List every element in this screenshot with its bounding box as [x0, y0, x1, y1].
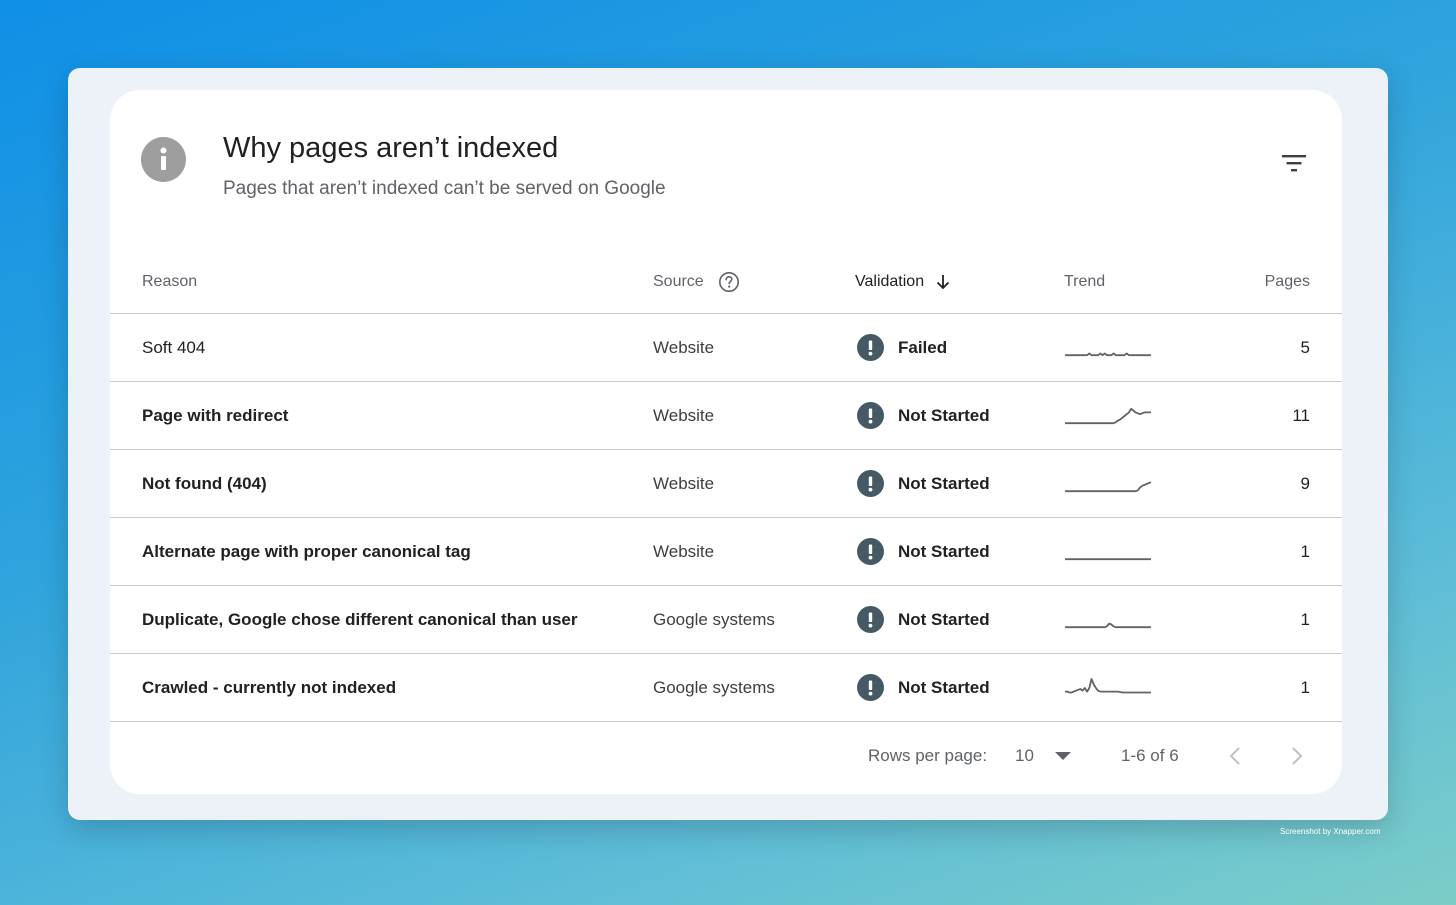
rows-per-page-select[interactable]: 10 — [1015, 718, 1072, 794]
trend-line — [1065, 351, 1151, 356]
chevron-left-icon — [1229, 747, 1240, 765]
validation-cell: Not Started — [857, 518, 990, 585]
exclamation-icon — [857, 402, 884, 429]
trend-line — [1065, 677, 1151, 693]
pages-cell: 1 — [1300, 609, 1310, 629]
source-cell: Google systems — [653, 609, 775, 629]
rows-per-page-value: 10 — [1015, 746, 1034, 765]
validation-status: Not Started — [898, 473, 990, 493]
pages-cell: 1 — [1300, 541, 1310, 561]
reason-cell: Duplicate, Google chose different canoni… — [142, 609, 578, 629]
reason-cell: Crawled - currently not indexed — [142, 677, 397, 697]
table-row[interactable]: Page with redirect Website Not Started 11 — [110, 382, 1342, 450]
reason-cell: Soft 404 — [142, 337, 206, 357]
watermark: Screenshot by Xnapper.com — [1280, 827, 1381, 836]
pages-cell: 5 — [1300, 337, 1310, 357]
filter-button[interactable] — [1276, 148, 1312, 178]
trend-cell — [1064, 382, 1152, 449]
window-frame: Why pages aren’t indexed Pages that aren… — [68, 68, 1388, 820]
validation-cell: Not Started — [857, 450, 990, 517]
pages-cell: 1 — [1300, 677, 1310, 697]
reason-cell: Alternate page with proper canonical tag — [142, 541, 471, 561]
validation-cell: Not Started — [857, 382, 990, 449]
trend-sparkline — [1065, 480, 1152, 492]
validation-status: Not Started — [898, 405, 990, 425]
validation-cell: Failed — [857, 314, 947, 381]
source-cell: Google systems — [653, 677, 775, 697]
reason-cell: Not found (404) — [142, 473, 267, 493]
column-header-pages[interactable]: Pages — [1265, 250, 1310, 313]
source-cell: Website — [653, 541, 715, 561]
sort-arrow-down-icon — [936, 274, 950, 289]
table-header: Reason Source Validation Trend Pages — [110, 250, 1342, 314]
source-cell: Website — [653, 337, 715, 357]
card-title: Why pages aren’t indexed — [223, 132, 559, 164]
filter-icon — [1282, 155, 1306, 172]
trend-cell — [1064, 586, 1152, 653]
source-cell: Website — [653, 405, 715, 425]
trend-line — [1065, 407, 1151, 424]
table-row[interactable]: Soft 404 Website Failed 5 — [110, 314, 1342, 382]
help-icon[interactable] — [718, 271, 740, 293]
column-header-validation-label: Validation — [855, 272, 925, 290]
trend-sparkline — [1065, 407, 1151, 424]
column-header-reason[interactable]: Reason — [142, 250, 197, 313]
previous-page-button[interactable] — [1228, 718, 1242, 794]
exclamation-icon — [857, 470, 884, 497]
trend-cell — [1064, 314, 1152, 381]
trend-cell — [1064, 450, 1152, 517]
reason-cell: Page with redirect — [142, 405, 289, 425]
pages-cell: 11 — [1292, 405, 1310, 425]
column-header-source[interactable]: Source — [653, 250, 740, 313]
table-row[interactable]: Alternate page with proper canonical tag… — [110, 518, 1342, 586]
column-header-trend: Trend — [1064, 272, 1106, 290]
trend-sparkline — [1065, 351, 1151, 356]
dropdown-arrow-icon — [1054, 752, 1071, 760]
validation-status: Not Started — [898, 541, 990, 561]
chevron-right-icon — [1292, 747, 1303, 765]
trend-sparkline — [1065, 557, 1151, 560]
exclamation-icon — [857, 606, 884, 633]
validation-status: Not Started — [898, 609, 990, 629]
card-subtitle: Pages that aren’t indexed can’t be serve… — [223, 178, 666, 199]
trend-cell — [1064, 518, 1152, 585]
pagination-range: 1-6 of 6 — [1121, 746, 1179, 765]
trend-cell — [1064, 654, 1152, 721]
rows-per-page-label: Rows per page: — [868, 746, 988, 765]
info-icon — [141, 137, 186, 182]
pagination-bar: Rows per page: 10 1-6 of 6 — [110, 718, 1342, 794]
column-header-validation[interactable]: Validation — [855, 250, 952, 313]
validation-status: Failed — [898, 337, 948, 357]
pages-cell: 9 — [1300, 473, 1310, 493]
table-row[interactable]: Duplicate, Google chose different canoni… — [110, 586, 1342, 654]
trend-sparkline — [1065, 677, 1151, 693]
trend-line — [1065, 622, 1151, 628]
trend-line — [1065, 480, 1152, 492]
validation-cell: Not Started — [857, 586, 990, 653]
exclamation-icon — [857, 334, 884, 361]
table-row[interactable]: Not found (404) Website Not Started 9 — [110, 450, 1342, 518]
source-cell: Website — [653, 473, 715, 493]
exclamation-icon — [857, 538, 884, 565]
trend-sparkline — [1065, 622, 1151, 628]
exclamation-icon — [857, 674, 884, 701]
next-page-button[interactable] — [1290, 718, 1304, 794]
column-header-source-label: Source — [653, 272, 704, 290]
validation-status: Not Started — [898, 677, 990, 697]
validation-cell: Not Started — [857, 654, 990, 721]
report-card: Why pages aren’t indexed Pages that aren… — [110, 90, 1342, 794]
table-row[interactable]: Crawled - currently not indexed Google sy… — [110, 654, 1342, 722]
